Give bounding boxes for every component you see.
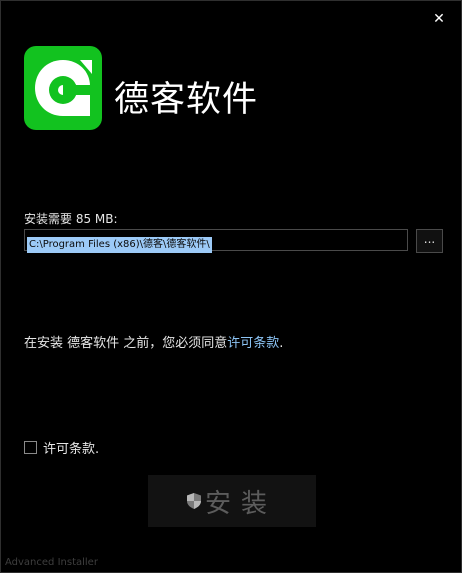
close-button[interactable]: ✕	[431, 11, 447, 27]
license-notice: 在安装 德客软件 之前，您必须同意许可条款.	[24, 332, 283, 351]
install-button[interactable]: 安装	[148, 475, 316, 527]
installer-brand: Advanced Installer	[5, 557, 98, 568]
installer-window: ✕ 德客软件 安装需要 85 MB: C:\Program Files (x86…	[0, 0, 462, 573]
install-path-value: C:\Program Files (x86)\德客\德客软件\	[27, 237, 212, 253]
install-path-input[interactable]: C:\Program Files (x86)\德客\德客软件\	[24, 229, 408, 253]
license-notice-text: 在安装 德客软件 之前，您必须同意	[24, 336, 228, 351]
uac-shield-icon	[186, 493, 201, 509]
app-title: 德客软件	[114, 80, 259, 120]
agree-license-row[interactable]: 许可条款.	[24, 438, 99, 457]
install-button-label: 安装	[204, 488, 277, 519]
required-space-label: 安装需要 85 MB:	[24, 212, 118, 226]
green-app-logo-icon	[24, 46, 102, 130]
agree-license-label[interactable]: 许可条款.	[43, 438, 99, 457]
license-notice-period: .	[279, 336, 284, 351]
close-icon: ✕	[433, 11, 445, 27]
license-terms-link[interactable]: 许可条款	[227, 336, 279, 351]
agree-license-checkbox[interactable]	[24, 441, 37, 454]
browse-button[interactable]: ...	[416, 229, 443, 253]
